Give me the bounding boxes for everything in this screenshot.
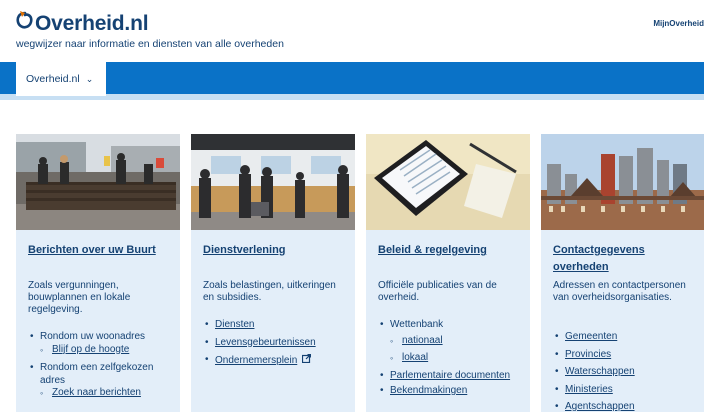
card-image-square-benches: [16, 134, 180, 230]
link-diensten[interactable]: Diensten: [215, 319, 254, 330]
link-ministeries[interactable]: Ministeries: [565, 384, 613, 395]
card-list-beleid: Wettenbank nationaal lokaal Parlementair…: [378, 319, 528, 398]
card-contactgegevens: Contactgegevens overheden Adressen en co…: [541, 134, 704, 412]
list-item-link[interactable]: Blijf op de hoogte: [28, 344, 178, 357]
logo-text: Overheid.nl: [35, 12, 149, 35]
card-title-beleid[interactable]: Beleid & regelgeving: [378, 242, 526, 259]
mijnoverheid-link[interactable]: MijnOverheid: [653, 19, 704, 28]
list-item-link[interactable]: Gemeenten: [553, 331, 703, 344]
link-blijf-op-de-hoogte[interactable]: Blijf op de hoogte: [52, 344, 129, 355]
list-item-link[interactable]: Waterschappen: [553, 366, 703, 379]
card-desc-buurt: Zoals vergunningen, bouwplannen en lokal…: [28, 280, 131, 315]
card-image-skyline: [541, 134, 704, 230]
nav-tab-overheid[interactable]: Overheid.nl ⌄: [16, 62, 106, 96]
card-title-contactgegevens[interactable]: Contactgegevens overheden: [553, 242, 701, 276]
link-agentschappen[interactable]: Agentschappen: [565, 401, 635, 412]
link-ondernemersplein[interactable]: Ondernemersplein: [215, 355, 297, 366]
card-desc-dienstverlening: Zoals belastingen, uitkeringen en subsid…: [203, 280, 336, 303]
list-item-link[interactable]: Provincies: [553, 349, 703, 362]
nav-tab-label: Overheid.nl: [26, 73, 80, 85]
list-item-link[interactable]: Agentschappen: [553, 401, 703, 412]
card-title-dienstverlening[interactable]: Dienstverlening: [203, 242, 351, 259]
link-provincies[interactable]: Provincies: [565, 349, 611, 360]
chevron-down-icon: ⌄: [85, 73, 94, 84]
card-list-buurt: Rondom uw woonadres Blijf op de hoogte R…: [28, 331, 178, 400]
list-item-link[interactable]: Ministeries: [553, 384, 703, 397]
list-item-link[interactable]: lokaal: [378, 352, 528, 365]
list-item-link[interactable]: Bekendmakingen: [378, 385, 528, 398]
link-levensgebeurtenissen[interactable]: Levensgebeurtenissen: [215, 337, 316, 348]
site-tagline: wegwijzer naar informatie en diensten va…: [16, 38, 284, 50]
list-item-link[interactable]: nationaal: [378, 335, 528, 348]
card-buurt: Berichten over uw Buurt Zoals vergunning…: [16, 134, 180, 412]
list-item: Rondom uw woonadres: [28, 331, 178, 344]
card-list-dienstverlening: Diensten Levensgebeurtenissen Ondernemer…: [203, 319, 353, 368]
list-item-link[interactable]: Levensgebeurtenissen: [203, 337, 353, 350]
external-link-icon: [302, 353, 312, 367]
link-zoek-naar-berichten[interactable]: Zoek naar berichten: [52, 387, 141, 398]
card-beleid: Beleid & regelgeving Officiële publicati…: [366, 134, 530, 412]
site-logo[interactable]: Overheid.nl: [16, 8, 149, 36]
link-bekendmakingen[interactable]: Bekendmakingen: [390, 385, 467, 396]
card-image-service-desk: [191, 134, 355, 230]
list-item-link[interactable]: Zoek naar berichten: [28, 387, 178, 400]
link-gemeenten[interactable]: Gemeenten: [565, 331, 617, 342]
link-parlementaire-documenten[interactable]: Parlementaire documenten: [390, 370, 510, 381]
list-item: Wettenbank: [378, 319, 528, 332]
site-header: Overheid.nl wegwijzer naar informatie en…: [0, 0, 704, 62]
list-item-link[interactable]: Ondernemersplein: [203, 353, 353, 368]
list-item-link[interactable]: Parlementaire documenten: [378, 370, 528, 383]
card-dienstverlening: Dienstverlening Zoals belastingen, uitke…: [191, 134, 355, 412]
card-list-contactgegevens: Gemeenten Provincies Waterschappen Minis…: [553, 331, 703, 412]
card-desc-contactgegevens: Adressen en contactpersonen van overheid…: [553, 280, 686, 303]
card-desc-beleid: Officiële publicaties van de overheid.: [378, 280, 497, 303]
card-title-buurt[interactable]: Berichten over uw Buurt: [28, 242, 176, 259]
link-lokaal[interactable]: lokaal: [402, 352, 428, 363]
link-waterschappen[interactable]: Waterschappen: [565, 366, 635, 377]
card-image-tablet: [366, 134, 530, 230]
list-item-link[interactable]: Diensten: [203, 319, 353, 332]
link-nationaal[interactable]: nationaal: [402, 335, 443, 346]
list-item: Rondom een zelfgekozen adres: [28, 362, 178, 387]
logo-swirl-icon: [16, 8, 34, 30]
